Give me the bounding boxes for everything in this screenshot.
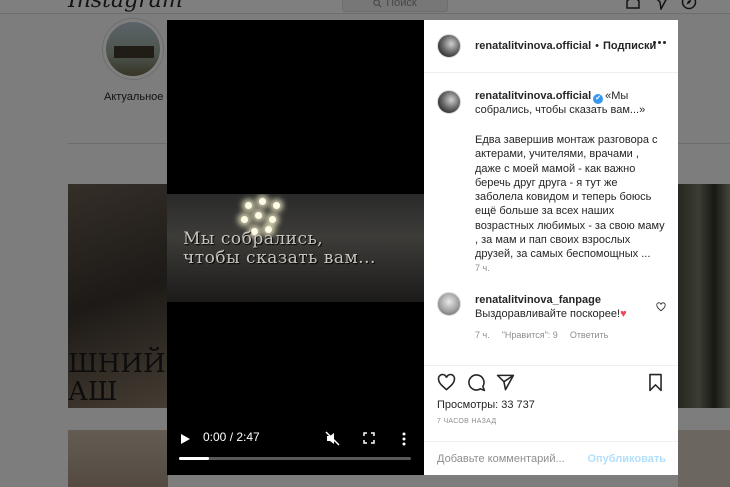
fullscreen-icon [363, 432, 375, 444]
heart-icon [437, 373, 456, 391]
post-header: renatalitvinova.official • Подписки [424, 20, 678, 73]
add-comment-bar: Опубликовать [424, 441, 678, 476]
send-icon [496, 374, 515, 391]
video-time: 0:00 / 2:47 [203, 430, 260, 444]
post-sidebar: renatalitvinova.official • Подписки rena… [424, 20, 678, 475]
post-modal: Мы собрались, чтобы сказать вам... 0:00 … [167, 20, 678, 475]
header-separator: • [595, 40, 600, 52]
comment-button[interactable] [467, 373, 486, 392]
save-button[interactable] [646, 373, 665, 392]
comment-icon [468, 374, 486, 392]
comment-text: Выздоравливайте поскорее!♥ [475, 308, 627, 320]
heart-emoji: ♥ [620, 308, 627, 320]
video-progress-fill [179, 457, 210, 460]
header-username[interactable]: renatalitvinova.official [475, 40, 591, 52]
video-title: Мы собрались, чтобы сказать вам... [183, 229, 376, 268]
avatar[interactable] [437, 34, 461, 58]
post-comment-button[interactable]: Опубликовать [587, 453, 666, 465]
vertical-dots-icon [402, 432, 406, 446]
comment-username[interactable]: renatalitvinova_fanpage [475, 294, 601, 306]
share-button[interactable] [496, 373, 515, 392]
caption-timestamp[interactable]: 7 ч. [475, 263, 490, 273]
caption-title-line: renatalitvinova.official ✔ «Мы собрались, … [475, 90, 667, 117]
post-actions: Просмотры: 33 737 7 часов назад Опублико… [424, 365, 678, 475]
more-options-icon[interactable] [653, 41, 666, 44]
avatar[interactable] [437, 90, 461, 114]
bookmark-icon [649, 373, 662, 392]
comment-meta: 7 ч. "Нравится": 9 Ответить [475, 330, 608, 340]
muted-speaker-icon [325, 431, 340, 446]
comment-likes[interactable]: "Нравится": 9 [502, 330, 558, 340]
verified-badge-icon: ✔ [593, 94, 604, 104]
play-button[interactable] [179, 433, 191, 445]
video-frame: Мы собрались, чтобы сказать вам... [167, 194, 424, 302]
video-progress-bar[interactable] [179, 457, 411, 460]
avatar[interactable] [437, 292, 461, 316]
post-date[interactable]: 7 часов назад [437, 418, 496, 425]
like-button[interactable] [437, 373, 456, 392]
view-count[interactable]: Просмотры: 33 737 [437, 399, 535, 411]
comment-input[interactable] [437, 453, 587, 465]
comment-time[interactable]: 7 ч. [475, 330, 490, 340]
fullscreen-button[interactable] [363, 432, 375, 444]
heart-icon [656, 302, 666, 312]
video-player[interactable]: Мы собрались, чтобы сказать вам... 0:00 … [167, 20, 424, 475]
following-button[interactable]: Подписки [603, 40, 656, 52]
mute-button[interactable] [325, 431, 340, 446]
comment-like-button[interactable] [656, 299, 666, 312]
caption-body: Едва завершив монтаж разговора с актерам… [475, 134, 665, 261]
caption-header: renatalitvinova.official ✔ «Мы собрались, … [437, 90, 667, 117]
caption-username[interactable]: renatalitvinova.official [475, 90, 591, 102]
reply-button[interactable]: Ответить [570, 330, 608, 340]
play-icon [181, 434, 190, 444]
video-options-button[interactable] [402, 432, 406, 446]
